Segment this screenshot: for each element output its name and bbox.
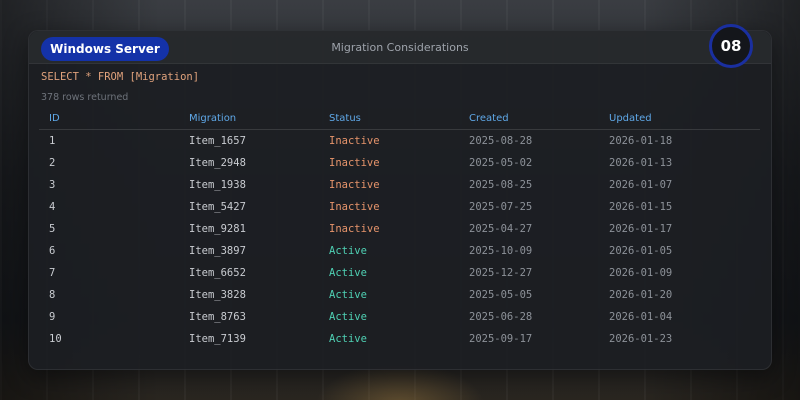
cell-migration: Item_6652	[189, 267, 246, 279]
cell-id: 5	[49, 223, 56, 235]
cell-updated: 2026-01-18	[609, 135, 673, 147]
cell-updated: 2026-01-09	[609, 267, 673, 279]
column-header-id[interactable]: ID	[49, 113, 60, 124]
rows-returned-info: 378 rows returned	[41, 92, 129, 103]
cell-status: Active	[329, 267, 367, 279]
cell-status: Inactive	[329, 179, 380, 191]
table-row[interactable]: 7 Item_6652 Active 2025-12-27 2026-01-09	[39, 262, 760, 284]
cell-id: 6	[49, 245, 56, 257]
cell-id: 4	[49, 201, 56, 213]
column-header-updated[interactable]: Updated	[609, 113, 652, 124]
cell-migration: Item_5427	[189, 201, 246, 213]
results-table: ID Migration Status Created Updated 1 Ite…	[39, 109, 760, 350]
cell-created: 2025-04-27	[469, 223, 533, 235]
cell-updated: 2026-01-13	[609, 157, 673, 169]
panel-title: Migration Considerations	[331, 40, 469, 54]
cell-id: 9	[49, 311, 56, 323]
cell-updated: 2026-01-04	[609, 311, 673, 323]
query-panel: Windows Server Migration Considerations …	[28, 24, 772, 370]
cell-status: Inactive	[329, 223, 380, 235]
column-header-created[interactable]: Created	[469, 113, 509, 124]
cell-migration: Item_8763	[189, 311, 246, 323]
cell-status: Inactive	[329, 157, 380, 169]
cell-updated: 2026-01-05	[609, 245, 673, 257]
slide-number-badge: 08	[709, 24, 753, 68]
cell-updated: 2026-01-17	[609, 223, 673, 235]
column-header-migration[interactable]: Migration	[189, 113, 236, 124]
cell-created: 2025-05-02	[469, 157, 533, 169]
cell-status: Inactive	[329, 201, 380, 213]
cell-migration: Item_1938	[189, 179, 246, 191]
table-body: 1 Item_1657 Inactive 2025-08-28 2026-01-18 2 I…	[39, 130, 760, 350]
table-row[interactable]: 3 Item_1938 Inactive 2025-08-25 2026-01-07	[39, 174, 760, 196]
table-row[interactable]: 9 Item_8763 Active 2025-06-28 2026-01-04	[39, 306, 760, 328]
table-row[interactable]: 8 Item_3828 Active 2025-05-05 2026-01-20	[39, 284, 760, 306]
cell-created: 2025-07-25	[469, 201, 533, 213]
cell-status: Active	[329, 333, 367, 345]
cell-id: 1	[49, 135, 56, 147]
cell-status: Active	[329, 245, 367, 257]
table-header: ID Migration Status Created Updated	[39, 109, 760, 130]
table-row[interactable]: 2 Item_2948 Inactive 2025-05-02 2026-01-13	[39, 152, 760, 174]
cell-created: 2025-08-28	[469, 135, 533, 147]
cell-migration: Item_3897	[189, 245, 246, 257]
cell-migration: Item_3828	[189, 289, 246, 301]
cell-status: Inactive	[329, 135, 380, 147]
cell-status: Active	[329, 289, 367, 301]
cell-created: 2025-10-09	[469, 245, 533, 257]
cell-id: 7	[49, 267, 56, 279]
table-row[interactable]: 5 Item_9281 Inactive 2025-04-27 2026-01-17	[39, 218, 760, 240]
cell-id: 8	[49, 289, 56, 301]
cell-created: 2025-12-27	[469, 267, 533, 279]
sql-query: SELECT * FROM [Migration]	[41, 71, 200, 83]
cell-migration: Item_1657	[189, 135, 246, 147]
cell-updated: 2026-01-20	[609, 289, 673, 301]
cell-migration: Item_9281	[189, 223, 246, 235]
cell-created: 2025-06-28	[469, 311, 533, 323]
table-row[interactable]: 10 Item_7139 Active 2025-09-17 2026-01-23	[39, 328, 760, 350]
cell-migration: Item_2948	[189, 157, 246, 169]
cell-id: 3	[49, 179, 56, 191]
cell-status: Active	[329, 311, 367, 323]
cell-migration: Item_7139	[189, 333, 246, 345]
cell-created: 2025-08-25	[469, 179, 533, 191]
cell-updated: 2026-01-07	[609, 179, 673, 191]
cell-updated: 2026-01-15	[609, 201, 673, 213]
column-header-status[interactable]: Status	[329, 113, 361, 124]
panel-header: Windows Server Migration Considerations	[29, 31, 771, 64]
cell-updated: 2026-01-23	[609, 333, 673, 345]
cell-created: 2025-05-05	[469, 289, 533, 301]
cell-created: 2025-09-17	[469, 333, 533, 345]
table-row[interactable]: 6 Item_3897 Active 2025-10-09 2026-01-05	[39, 240, 760, 262]
table-row[interactable]: 1 Item_1657 Inactive 2025-08-28 2026-01-18	[39, 130, 760, 152]
cell-id: 2	[49, 157, 56, 169]
cell-id: 10	[49, 333, 62, 345]
table-row[interactable]: 4 Item_5427 Inactive 2025-07-25 2026-01-15	[39, 196, 760, 218]
